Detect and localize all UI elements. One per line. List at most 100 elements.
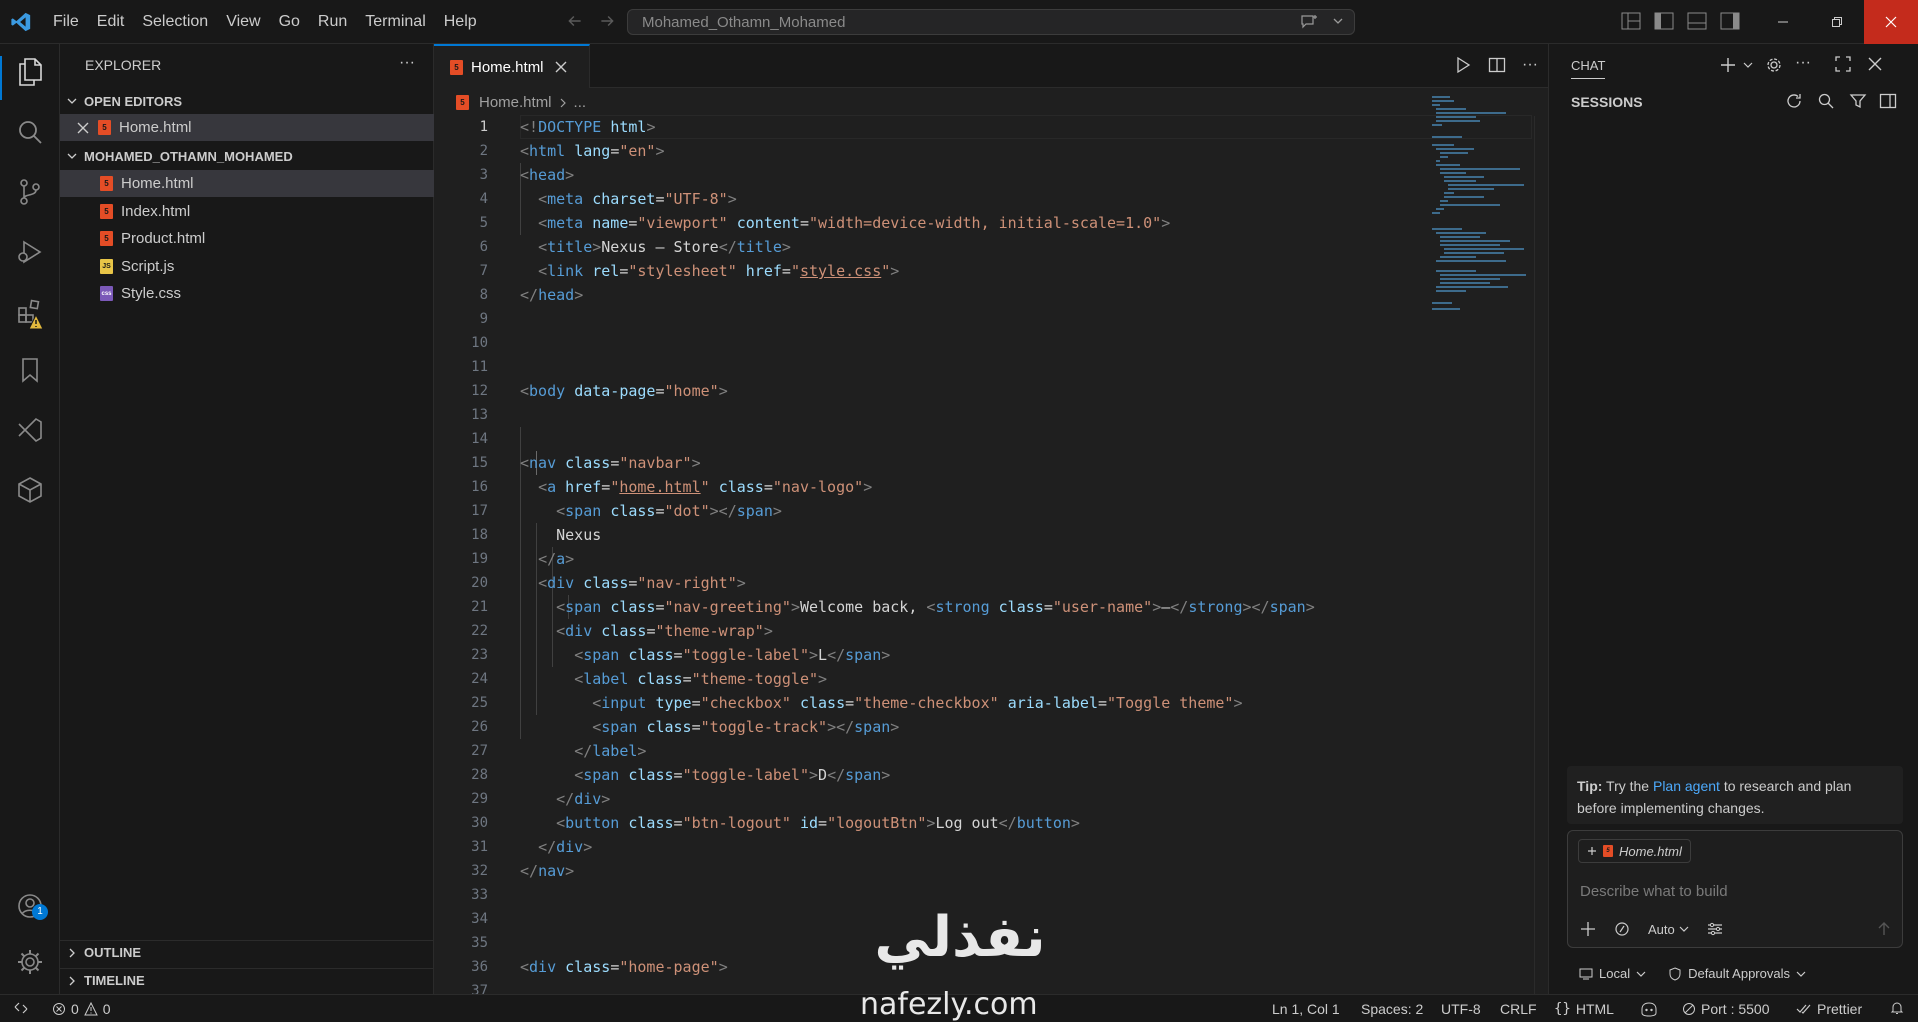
source-control-icon[interactable] bbox=[14, 176, 46, 208]
file-item-product[interactable]: 5 Product.html bbox=[60, 225, 434, 252]
tools-icon[interactable] bbox=[1614, 921, 1630, 937]
chevron-right-icon bbox=[60, 947, 84, 959]
location-picker[interactable]: Local bbox=[1579, 966, 1646, 981]
chat-input-placeholder[interactable]: Describe what to build bbox=[1580, 883, 1728, 900]
line-number: 1 bbox=[479, 119, 488, 135]
bookmark-icon[interactable] bbox=[14, 354, 46, 386]
chat-title[interactable]: CHAT bbox=[1571, 58, 1605, 73]
minimize-button[interactable] bbox=[1756, 0, 1810, 44]
run-icon[interactable] bbox=[1454, 56, 1472, 74]
context-file-chip[interactable]: 5 Home.html bbox=[1578, 839, 1691, 863]
line-number: 12 bbox=[471, 383, 488, 399]
code-line: </head> bbox=[520, 286, 584, 304]
file-item-script[interactable]: JS Script.js bbox=[60, 253, 434, 280]
close-icon[interactable] bbox=[76, 121, 90, 135]
language-mode[interactable]: {} HTML bbox=[1554, 1001, 1614, 1017]
prettier-indicator[interactable]: Prettier bbox=[1796, 1001, 1862, 1017]
menu-file[interactable]: File bbox=[44, 13, 88, 31]
command-center[interactable]: Mohamed_Othamn_Mohamed bbox=[627, 9, 1355, 35]
menu-help[interactable]: Help bbox=[435, 13, 486, 31]
filter-icon[interactable] bbox=[1849, 92, 1867, 110]
warning-badge-icon bbox=[28, 314, 44, 330]
search-icon[interactable] bbox=[14, 116, 46, 148]
open-editors-section[interactable]: OPEN EDITORS bbox=[60, 89, 434, 113]
end-of-line[interactable]: CRLF bbox=[1500, 1001, 1537, 1017]
outline-label: OUTLINE bbox=[84, 945, 142, 960]
more-actions-icon[interactable]: ··· bbox=[399, 54, 415, 72]
forward-arrow-icon[interactable] bbox=[598, 12, 616, 30]
file-item-home[interactable]: 5 Home.html bbox=[60, 170, 434, 197]
chevron-right-icon bbox=[60, 975, 84, 987]
remote-indicator-icon[interactable] bbox=[14, 1001, 28, 1015]
toggle-primary-sidebar-icon[interactable] bbox=[1654, 12, 1674, 30]
plan-agent-link[interactable]: Plan agent bbox=[1653, 778, 1720, 794]
encoding[interactable]: UTF-8 bbox=[1441, 1001, 1481, 1017]
add-context-plus-icon[interactable] bbox=[1587, 846, 1597, 856]
close-window-button[interactable] bbox=[1864, 0, 1918, 44]
toggle-panel-icon[interactable] bbox=[1687, 12, 1707, 30]
menu-go[interactable]: Go bbox=[270, 13, 309, 31]
close-tab-icon[interactable] bbox=[554, 60, 568, 74]
more-actions-icon[interactable]: ··· bbox=[1522, 56, 1538, 74]
explorer-icon[interactable] bbox=[14, 56, 46, 88]
toggle-secondary-sidebar-icon[interactable] bbox=[1720, 12, 1740, 30]
line-number: 16 bbox=[471, 479, 488, 495]
settings-gear-icon[interactable] bbox=[14, 946, 46, 978]
refresh-icon[interactable] bbox=[1785, 92, 1803, 110]
maximize-icon[interactable] bbox=[1835, 56, 1851, 72]
menu-edit[interactable]: Edit bbox=[88, 13, 134, 31]
visual-studio-icon[interactable] bbox=[14, 414, 46, 446]
timeline-section[interactable]: TIMELINE bbox=[60, 968, 434, 992]
line-number: 4 bbox=[479, 191, 488, 207]
folder-section[interactable]: MOHAMED_OTHAMN_MOHAMED bbox=[60, 144, 434, 168]
open-editor-item[interactable]: 5 Home.html bbox=[60, 114, 434, 141]
back-arrow-icon[interactable] bbox=[566, 12, 584, 30]
line-number: 20 bbox=[471, 575, 488, 591]
restore-button[interactable] bbox=[1810, 0, 1864, 44]
indentation[interactable]: Spaces: 2 bbox=[1361, 1001, 1423, 1017]
new-chat-plus-icon[interactable] bbox=[1719, 56, 1737, 74]
breadcrumb: 5 Home.html ... bbox=[456, 94, 586, 111]
menu-run[interactable]: Run bbox=[309, 13, 356, 31]
file-item-index[interactable]: 5 Index.html bbox=[60, 198, 434, 225]
minimap[interactable] bbox=[1430, 94, 1540, 344]
menu-terminal[interactable]: Terminal bbox=[356, 13, 434, 31]
outline-section[interactable]: OUTLINE bbox=[60, 940, 434, 964]
breadcrumb-file[interactable]: Home.html bbox=[479, 94, 552, 111]
line-number: 5 bbox=[479, 215, 488, 231]
line-number: 28 bbox=[471, 767, 488, 783]
breadcrumb-more[interactable]: ... bbox=[574, 94, 587, 111]
chevron-down-icon[interactable] bbox=[1332, 15, 1344, 27]
chat-sparkle-icon[interactable] bbox=[1300, 14, 1318, 30]
split-editor-icon[interactable] bbox=[1488, 56, 1506, 74]
run-debug-icon[interactable] bbox=[14, 236, 46, 268]
notifications-bell-icon[interactable] bbox=[1890, 1001, 1904, 1015]
line-number: 26 bbox=[471, 719, 488, 735]
search-icon[interactable] bbox=[1817, 92, 1835, 110]
problems-indicator[interactable]: 0 0 bbox=[52, 1001, 111, 1017]
vertical-scrollbar[interactable] bbox=[1534, 116, 1548, 996]
more-actions-icon[interactable]: ··· bbox=[1795, 54, 1811, 72]
copilot-icon[interactable] bbox=[1640, 1001, 1658, 1017]
toggle-sidebar-icon[interactable] bbox=[1879, 92, 1897, 110]
menu-view[interactable]: View bbox=[217, 13, 269, 31]
tab-bar: 5 Home.html ··· bbox=[434, 44, 1548, 88]
customize-layout-icon[interactable] bbox=[1621, 12, 1641, 30]
mode-picker[interactable]: Auto bbox=[1648, 922, 1689, 937]
configure-tools-icon[interactable] bbox=[1707, 921, 1723, 937]
close-icon[interactable] bbox=[1867, 56, 1883, 72]
containers-icon[interactable] bbox=[14, 474, 46, 506]
settings-gear-icon[interactable] bbox=[1765, 56, 1783, 74]
live-server-port[interactable]: Port : 5500 bbox=[1682, 1001, 1770, 1017]
tab-home-html[interactable]: 5 Home.html bbox=[434, 44, 590, 88]
cursor-position[interactable]: Ln 1, Col 1 bbox=[1272, 1001, 1340, 1017]
attach-plus-icon[interactable] bbox=[1580, 921, 1596, 937]
line-number: 22 bbox=[471, 623, 488, 639]
chat-input-box[interactable]: 5 Home.html Describe what to build Auto bbox=[1567, 830, 1903, 948]
approvals-picker[interactable]: Default Approvals bbox=[1668, 966, 1806, 981]
send-arrow-icon[interactable] bbox=[1876, 921, 1892, 937]
menu-selection[interactable]: Selection bbox=[133, 13, 217, 31]
chevron-down-icon[interactable] bbox=[1743, 60, 1753, 70]
code-line: <div class="home-page"> bbox=[520, 958, 728, 976]
file-item-style[interactable]: css Style.css bbox=[60, 280, 434, 307]
